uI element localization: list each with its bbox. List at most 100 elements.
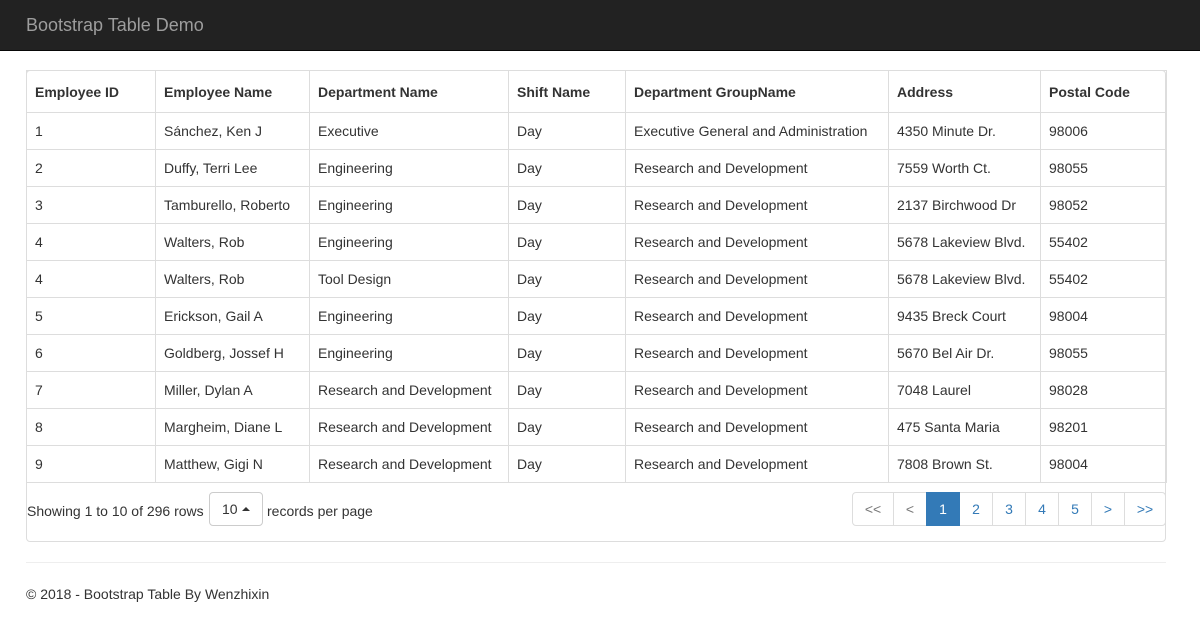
- cell-department-group-name: Research and Development: [625, 260, 889, 298]
- cell-department-name: Research and Development: [309, 371, 509, 409]
- pagination: << <1 2 3 4 5 > >>: [852, 492, 1166, 526]
- cell-address: 475 Santa Maria: [888, 408, 1041, 446]
- cell-department-name: Engineering: [309, 149, 509, 187]
- cell-address: 4350 Minute Dr.: [888, 112, 1041, 150]
- cell-department-group-name: Research and Development: [625, 186, 889, 224]
- footer-divider: [26, 562, 1166, 563]
- table-row[interactable]: 4 Walters, Rob Tool Design Day Research and …: [26, 260, 1167, 298]
- cell-employee-id: 2: [26, 149, 156, 187]
- cell-employee-id: 4: [26, 223, 156, 261]
- cell-address: 5678 Lakeview Blvd.: [888, 260, 1041, 298]
- table-row[interactable]: 3 Tamburello, Roberto Engineering Day Resear…: [26, 186, 1167, 224]
- cell-postal-code: 98006: [1040, 112, 1167, 150]
- cell-postal-code: 98055: [1040, 149, 1167, 187]
- cell-employee-id: 4: [26, 260, 156, 298]
- page-size-dropdown[interactable]: 10: [209, 492, 263, 526]
- cell-employee-name: Walters, Rob: [155, 260, 310, 298]
- navbar: Bootstrap Table Demo: [0, 0, 1200, 51]
- cell-employee-id: 7: [26, 371, 156, 409]
- records-per-page-label: records per page: [267, 503, 373, 519]
- pagination-bar: Showing 1 to 10 of 296 rows 10 records p…: [27, 492, 1166, 530]
- pagination-info: Showing 1 to 10 of 296 rows: [27, 503, 204, 519]
- page-button-2[interactable]: 2: [959, 492, 993, 526]
- table-row[interactable]: 6 Goldberg, Jossef H Engineering Day Researc…: [26, 334, 1167, 372]
- cell-department-name: Tool Design: [309, 260, 509, 298]
- column-header-address[interactable]: Address: [888, 70, 1041, 113]
- cell-address: 5670 Bel Air Dr.: [888, 334, 1041, 372]
- table-body: 1 Sánchez, Ken J Executive Day Executive Gen…: [26, 112, 1167, 483]
- table-row[interactable]: 1 Sánchez, Ken J Executive Day Executive Gen…: [26, 112, 1167, 150]
- column-header-employee-name[interactable]: Employee Name: [155, 70, 310, 113]
- cell-employee-id: 8: [26, 408, 156, 446]
- first-page-button[interactable]: <<: [852, 492, 894, 526]
- cell-shift-name: Day: [508, 149, 626, 187]
- cell-postal-code: 98028: [1040, 371, 1167, 409]
- cell-postal-code: 55402: [1040, 260, 1167, 298]
- cell-department-group-name: Research and Development: [625, 371, 889, 409]
- cell-employee-name: Tamburello, Roberto: [155, 186, 310, 224]
- cell-shift-name: Day: [508, 260, 626, 298]
- cell-employee-id: 3: [26, 186, 156, 224]
- cell-department-name: Engineering: [309, 297, 509, 335]
- previous-page-button[interactable]: <: [893, 492, 927, 526]
- caret-up-icon: [241, 507, 250, 512]
- cell-address: 9435 Breck Court: [888, 297, 1041, 335]
- cell-shift-name: Day: [508, 112, 626, 150]
- cell-department-group-name: Research and Development: [625, 334, 889, 372]
- cell-postal-code: 98052: [1040, 186, 1167, 224]
- table-row[interactable]: 9 Matthew, Gigi N Research and Development…: [26, 445, 1167, 483]
- cell-shift-name: Day: [508, 334, 626, 372]
- cell-postal-code: 98004: [1040, 297, 1167, 335]
- cell-postal-code: 55402: [1040, 223, 1167, 261]
- cell-employee-name: Walters, Rob: [155, 223, 310, 261]
- page-button-3[interactable]: 3: [992, 492, 1026, 526]
- cell-department-group-name: Executive General and Administration: [625, 112, 889, 150]
- table-row[interactable]: 7 Miller, Dylan A Research and Development…: [26, 371, 1167, 409]
- table-row[interactable]: 2 Duffy, Terri Lee Engineering Day Research …: [26, 149, 1167, 187]
- table-panel: Employee ID Employee Name Department Nam…: [26, 70, 1167, 542]
- cell-shift-name: Day: [508, 297, 626, 335]
- cell-department-name: Research and Development: [309, 408, 509, 446]
- cell-shift-name: Day: [508, 186, 626, 224]
- cell-address: 7048 Laurel: [888, 371, 1041, 409]
- cell-shift-name: Day: [508, 408, 626, 446]
- column-header-employee-id[interactable]: Employee ID: [26, 70, 156, 113]
- page-button-5[interactable]: 5: [1058, 492, 1092, 526]
- column-header-shift-name[interactable]: Shift Name: [508, 70, 626, 113]
- cell-postal-code: 98055: [1040, 334, 1167, 372]
- last-page-button[interactable]: >>: [1124, 492, 1166, 526]
- cell-department-group-name: Research and Development: [625, 408, 889, 446]
- column-header-postal-code[interactable]: Postal Code: [1040, 70, 1167, 113]
- cell-employee-name: Duffy, Terri Lee: [155, 149, 310, 187]
- employee-table: Employee ID Employee Name Department Nam…: [26, 70, 1167, 483]
- table-row[interactable]: 8 Margheim, Diane L Research and Developme…: [26, 408, 1167, 446]
- cell-employee-id: 6: [26, 334, 156, 372]
- cell-address: 5678 Lakeview Blvd.: [888, 223, 1041, 261]
- cell-address: 2137 Birchwood Dr: [888, 186, 1041, 224]
- table-row[interactable]: 5 Erickson, Gail A Engineering Day Research …: [26, 297, 1167, 335]
- footer-text: © 2018 - Bootstrap Table By Wenzhixin: [26, 586, 270, 602]
- cell-department-group-name: Research and Development: [625, 223, 889, 261]
- table-header-row: Employee ID Employee Name Department Nam…: [26, 70, 1167, 113]
- cell-postal-code: 98004: [1040, 445, 1167, 483]
- page-button-1[interactable]: 1: [926, 492, 960, 526]
- column-header-department-group-name[interactable]: Department GroupName: [625, 70, 889, 113]
- cell-employee-name: Margheim, Diane L: [155, 408, 310, 446]
- cell-department-group-name: Research and Development: [625, 297, 889, 335]
- column-header-department-name[interactable]: Department Name: [309, 70, 509, 113]
- navbar-brand[interactable]: Bootstrap Table Demo: [26, 14, 204, 36]
- cell-postal-code: 98201: [1040, 408, 1167, 446]
- table-row[interactable]: 4 Walters, Rob Engineering Day Research and …: [26, 223, 1167, 261]
- cell-address: 7808 Brown St.: [888, 445, 1041, 483]
- cell-department-name: Executive: [309, 112, 509, 150]
- next-page-button[interactable]: >: [1091, 492, 1125, 526]
- cell-department-name: Engineering: [309, 334, 509, 372]
- cell-employee-name: Goldberg, Jossef H: [155, 334, 310, 372]
- page-size-value: 10: [222, 501, 238, 517]
- page-button-4[interactable]: 4: [1025, 492, 1059, 526]
- cell-department-name: Research and Development: [309, 445, 509, 483]
- cell-shift-name: Day: [508, 223, 626, 261]
- cell-shift-name: Day: [508, 445, 626, 483]
- cell-employee-name: Sánchez, Ken J: [155, 112, 310, 150]
- cell-employee-id: 5: [26, 297, 156, 335]
